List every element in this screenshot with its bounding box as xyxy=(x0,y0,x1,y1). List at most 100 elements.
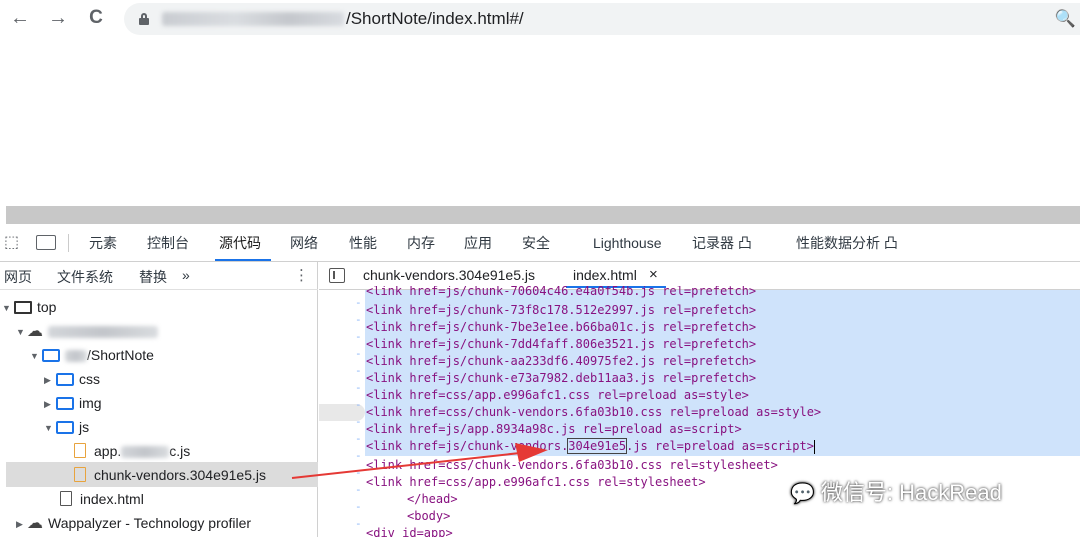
tab-sources[interactable]: 源代码 xyxy=(219,234,261,252)
code-line-7[interactable]: <link href=css/app.e996afc1.css rel=prel… xyxy=(366,387,749,404)
origin-redacted xyxy=(48,326,158,339)
lock-icon[interactable] xyxy=(139,13,149,25)
gutter-diff-mark: - xyxy=(355,313,362,326)
gutter-diff-mark: - xyxy=(355,432,362,445)
tab-network[interactable]: 网络 xyxy=(290,234,318,252)
tree-label: app. xyxy=(94,443,122,459)
gutter-diff-mark: - xyxy=(355,330,362,343)
toggle-navigator-icon[interactable] xyxy=(329,268,345,283)
code-line-1[interactable]: <link href=js/chunk-70604c46.e4a0f54b.js… xyxy=(366,286,756,298)
more-options-icon[interactable]: ⋮ xyxy=(294,266,309,284)
nav-tab-page[interactable]: 网页 xyxy=(4,267,32,287)
tab-memory[interactable]: 内存 xyxy=(407,234,435,252)
active-tab-indicator xyxy=(215,259,271,261)
tree-label: index.html xyxy=(80,491,144,507)
code-line-5[interactable]: <link href=js/chunk-aa233df6.40975fe2.js… xyxy=(366,353,756,370)
close-tab-icon[interactable]: × xyxy=(649,266,658,283)
code-line-4[interactable]: <link href=js/chunk-7dd4faff.806e3521.js… xyxy=(366,336,756,353)
tab-performance-insights[interactable]: 性能数据分析 凸 xyxy=(796,234,898,252)
tree-label: chunk-vendors.304e91e5.js xyxy=(94,467,267,483)
tree-item-chunk-vendors[interactable]: chunk-vendors.304e91e5.js xyxy=(72,463,266,487)
text-cursor xyxy=(813,439,815,454)
editor-tab-index-html[interactable]: index.html xyxy=(573,267,637,283)
code-line-10[interactable]: <link href=js/chunk-vendors.304e91e5.js … xyxy=(366,438,815,455)
devtools-resize-handle[interactable] xyxy=(6,206,1080,224)
tree-label: css xyxy=(79,371,100,387)
search-match-highlight: 304e91e5 xyxy=(567,438,628,454)
code-line-14[interactable]: <body> xyxy=(407,508,450,525)
reload-button[interactable]: C xyxy=(84,5,108,31)
url-host-redacted xyxy=(162,12,344,26)
gutter-diff-mark: - xyxy=(355,347,362,360)
tree-label: js xyxy=(79,419,90,435)
gutter-diff-mark: - xyxy=(355,381,362,394)
navigator-tabs: 网页 文件系统 替换 » ⋮ xyxy=(0,262,318,290)
gutter-diff-mark: - xyxy=(355,500,362,513)
tab-performance[interactable]: 性能 xyxy=(349,234,377,252)
gutter-diff-mark: - xyxy=(355,398,362,411)
collapse-triangle-icon[interactable]: ▶ xyxy=(16,512,26,536)
back-button[interactable]: ← xyxy=(8,5,32,31)
tree-item-app-js[interactable]: app. c.js xyxy=(72,439,190,463)
browser-toolbar: ← → C /ShortNote/index.html#/ 🔍 xyxy=(0,0,1080,38)
tree-item-img-folder[interactable]: ▶ img xyxy=(44,391,102,415)
code-line-9[interactable]: <link href=js/app.8934a98c.js rel=preloa… xyxy=(366,421,742,438)
tab-console[interactable]: 控制台 xyxy=(147,234,189,252)
code-line-11[interactable]: <link href=css/chunk-vendors.6fa03b10.cs… xyxy=(366,457,778,474)
js-file-icon xyxy=(74,443,86,459)
watermark-text: 微信号: HackRead xyxy=(820,480,1002,505)
tab-application[interactable]: 应用 xyxy=(464,234,492,252)
folder-icon xyxy=(56,420,74,434)
tree-item-origin[interactable]: ▼ ☁ xyxy=(16,319,158,343)
more-tabs-chevron-icon[interactable]: » xyxy=(182,267,190,283)
tree-label: /ShortNote xyxy=(87,347,154,363)
tree-item-wappalyzer[interactable]: ▶ ☁ Wappalyzer - Technology profiler xyxy=(16,511,251,535)
code-line-8[interactable]: <link href=css/chunk-vendors.6fa03b10.cs… xyxy=(366,404,821,421)
expand-triangle-icon[interactable]: ▼ xyxy=(2,296,12,320)
gutter-diff-mark: - xyxy=(355,364,362,377)
folder-icon xyxy=(42,348,60,362)
folder-icon xyxy=(56,396,74,410)
code-line-12[interactable]: <link href=css/app.e996afc1.css rel=styl… xyxy=(366,474,706,491)
expand-triangle-icon[interactable]: ▼ xyxy=(44,416,54,440)
tab-recorder[interactable]: 记录器 凸 xyxy=(692,234,752,252)
forward-button[interactable]: → xyxy=(46,5,70,31)
tree-item-index-html[interactable]: index.html xyxy=(58,487,144,511)
tree-label: c.js xyxy=(169,443,191,459)
wechat-icon: 💬 xyxy=(790,483,815,505)
address-bar[interactable]: /ShortNote/index.html#/ 🔍 xyxy=(124,3,1080,35)
code-line-13[interactable]: </head> xyxy=(407,491,458,508)
editor-tab-chunk-vendors[interactable]: chunk-vendors.304e91e5.js xyxy=(363,267,535,283)
nav-tab-filesystem[interactable]: 文件系统 xyxy=(57,267,113,287)
tab-lighthouse[interactable]: Lighthouse xyxy=(593,234,662,252)
toolbar-divider xyxy=(68,234,69,252)
gutter-diff-mark: - xyxy=(355,296,362,309)
tab-security[interactable]: 安全 xyxy=(522,234,550,252)
zoom-icon[interactable]: 🔍 xyxy=(1055,9,1076,29)
expand-triangle-icon[interactable]: ▼ xyxy=(30,344,40,368)
expand-triangle-icon[interactable]: ▼ xyxy=(16,320,26,344)
tree-item-js-folder[interactable]: ▼ js xyxy=(44,415,89,439)
tree-item-css-folder[interactable]: ▶ css xyxy=(44,367,100,391)
device-toolbar-icon[interactable] xyxy=(36,235,56,250)
html-file-icon xyxy=(60,491,72,507)
js-file-icon xyxy=(74,467,86,483)
code-line-3[interactable]: <link href=js/chunk-7be3e1ee.b66ba01c.js… xyxy=(366,319,756,336)
collapse-triangle-icon[interactable]: ▶ xyxy=(44,368,54,392)
code-line-15[interactable]: <div id=app> xyxy=(366,525,453,537)
gutter-diff-mark: - xyxy=(355,415,362,428)
gutter-diff-mark: - xyxy=(355,466,362,479)
gutter-diff-mark: - xyxy=(355,449,362,462)
code-line-6[interactable]: <link href=js/chunk-e73a7982.deb11aa3.js… xyxy=(366,370,756,387)
inspect-element-icon[interactable]: ⬚ xyxy=(4,232,19,252)
frame-icon xyxy=(14,300,32,314)
code-line-2[interactable]: <link href=js/chunk-73f8c178.512e2997.js… xyxy=(366,302,756,319)
collapse-triangle-icon[interactable]: ▶ xyxy=(44,392,54,416)
tab-elements[interactable]: 元素 xyxy=(89,234,117,252)
devtools-toolbar: ⬚ 元素 控制台 源代码 网络 性能 内存 应用 安全 Lighthouse 记… xyxy=(0,224,1080,262)
tree-item-top[interactable]: ▼ top xyxy=(2,295,56,319)
cloud-icon: ☁ xyxy=(27,323,43,341)
nav-tab-overrides[interactable]: 替换 xyxy=(139,267,167,287)
tree-item-shortnote-folder[interactable]: ▼ /ShortNote xyxy=(30,343,154,367)
folder-icon xyxy=(56,372,74,386)
